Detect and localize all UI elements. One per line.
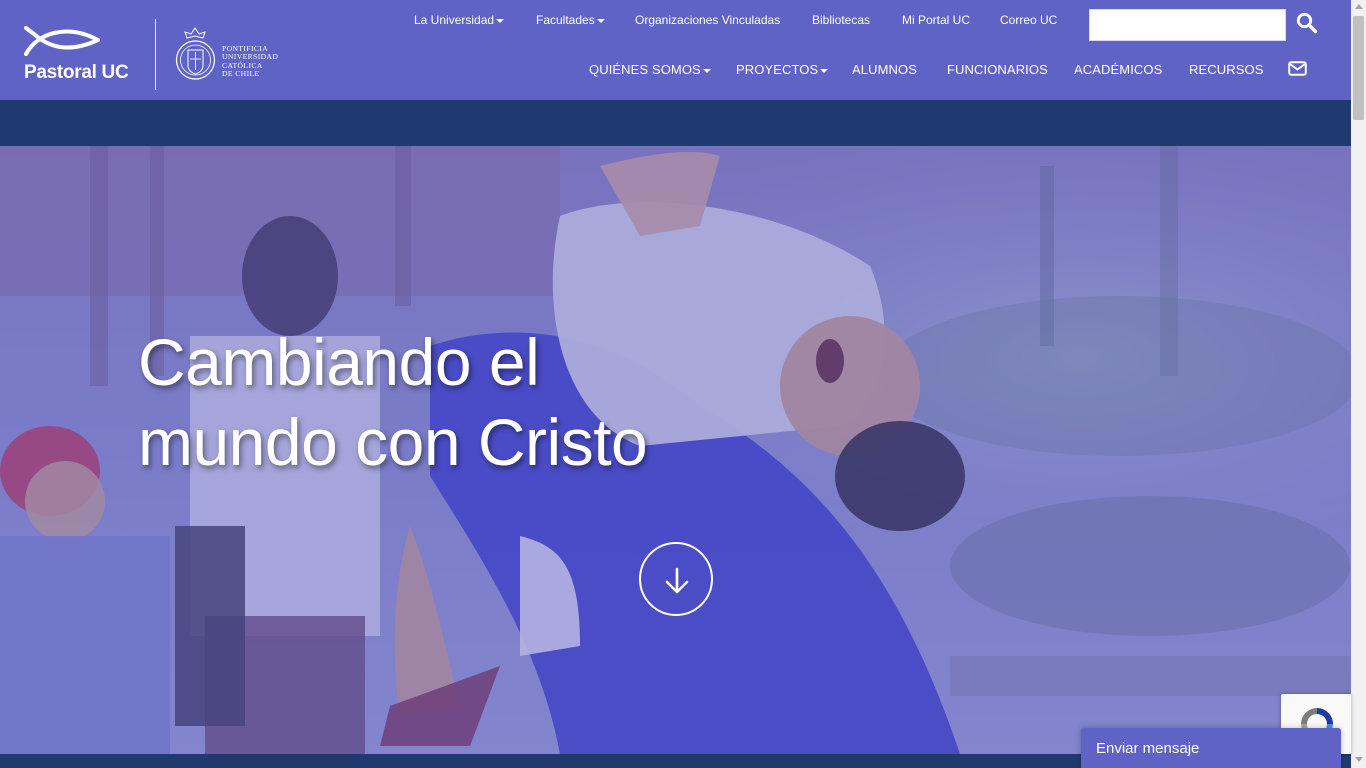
search-icon[interactable] bbox=[1296, 12, 1318, 34]
header-strip bbox=[0, 100, 1351, 146]
nav-alumnos[interactable]: ALUMNOS bbox=[852, 62, 917, 77]
nav-quienes-somos[interactable]: QUIÉNES SOMOS bbox=[589, 62, 711, 77]
mail-icon[interactable] bbox=[1288, 61, 1307, 76]
scroll-thumb[interactable] bbox=[1353, 16, 1364, 120]
scroll-up-arrow-icon[interactable] bbox=[1355, 4, 1363, 9]
arrow-down-icon bbox=[665, 567, 689, 594]
main-nav: QUIÉNES SOMOS PROYECTOS ALUMNOS FUNCIONA… bbox=[0, 62, 1351, 78]
caret-down-icon bbox=[496, 18, 505, 23]
top-link-facultades[interactable]: Facultades bbox=[536, 13, 605, 27]
nav-academicos[interactable]: ACADÉMICOS bbox=[1074, 62, 1162, 77]
scroll-down-button[interactable] bbox=[639, 542, 713, 616]
nav-funcionarios[interactable]: FUNCIONARIOS bbox=[947, 62, 1048, 77]
top-link-la-universidad[interactable]: La Universidad bbox=[414, 13, 505, 27]
top-link-organizaciones-vinculadas[interactable]: Organizaciones Vinculadas bbox=[635, 13, 780, 27]
site-header: Pastoral UC Pontificia Universidad Catól… bbox=[0, 0, 1351, 100]
scroll-down-arrow-icon[interactable] bbox=[1355, 757, 1363, 762]
top-link-bibliotecas[interactable]: Bibliotecas bbox=[812, 13, 870, 27]
page-scrollbar[interactable] bbox=[1351, 0, 1366, 768]
hero-banner: Cambiando el mundo con Cristo bbox=[0, 146, 1351, 754]
caret-down-icon bbox=[702, 68, 711, 73]
caret-down-icon bbox=[820, 68, 829, 73]
nav-recursos[interactable]: RECURSOS bbox=[1189, 62, 1263, 77]
fish-logo-icon bbox=[24, 26, 100, 56]
top-link-correo-uc[interactable]: Correo UC bbox=[1000, 13, 1057, 27]
logo-divider bbox=[155, 19, 156, 90]
search-input[interactable] bbox=[1089, 9, 1286, 41]
nav-proyectos[interactable]: PROYECTOS bbox=[736, 62, 829, 77]
chat-send-message-tab[interactable]: Enviar mensaje bbox=[1081, 728, 1341, 768]
top-link-mi-portal-uc[interactable]: Mi Portal UC bbox=[902, 13, 970, 27]
hero-title: Cambiando el mundo con Cristo bbox=[138, 325, 648, 479]
caret-down-icon bbox=[596, 18, 605, 23]
